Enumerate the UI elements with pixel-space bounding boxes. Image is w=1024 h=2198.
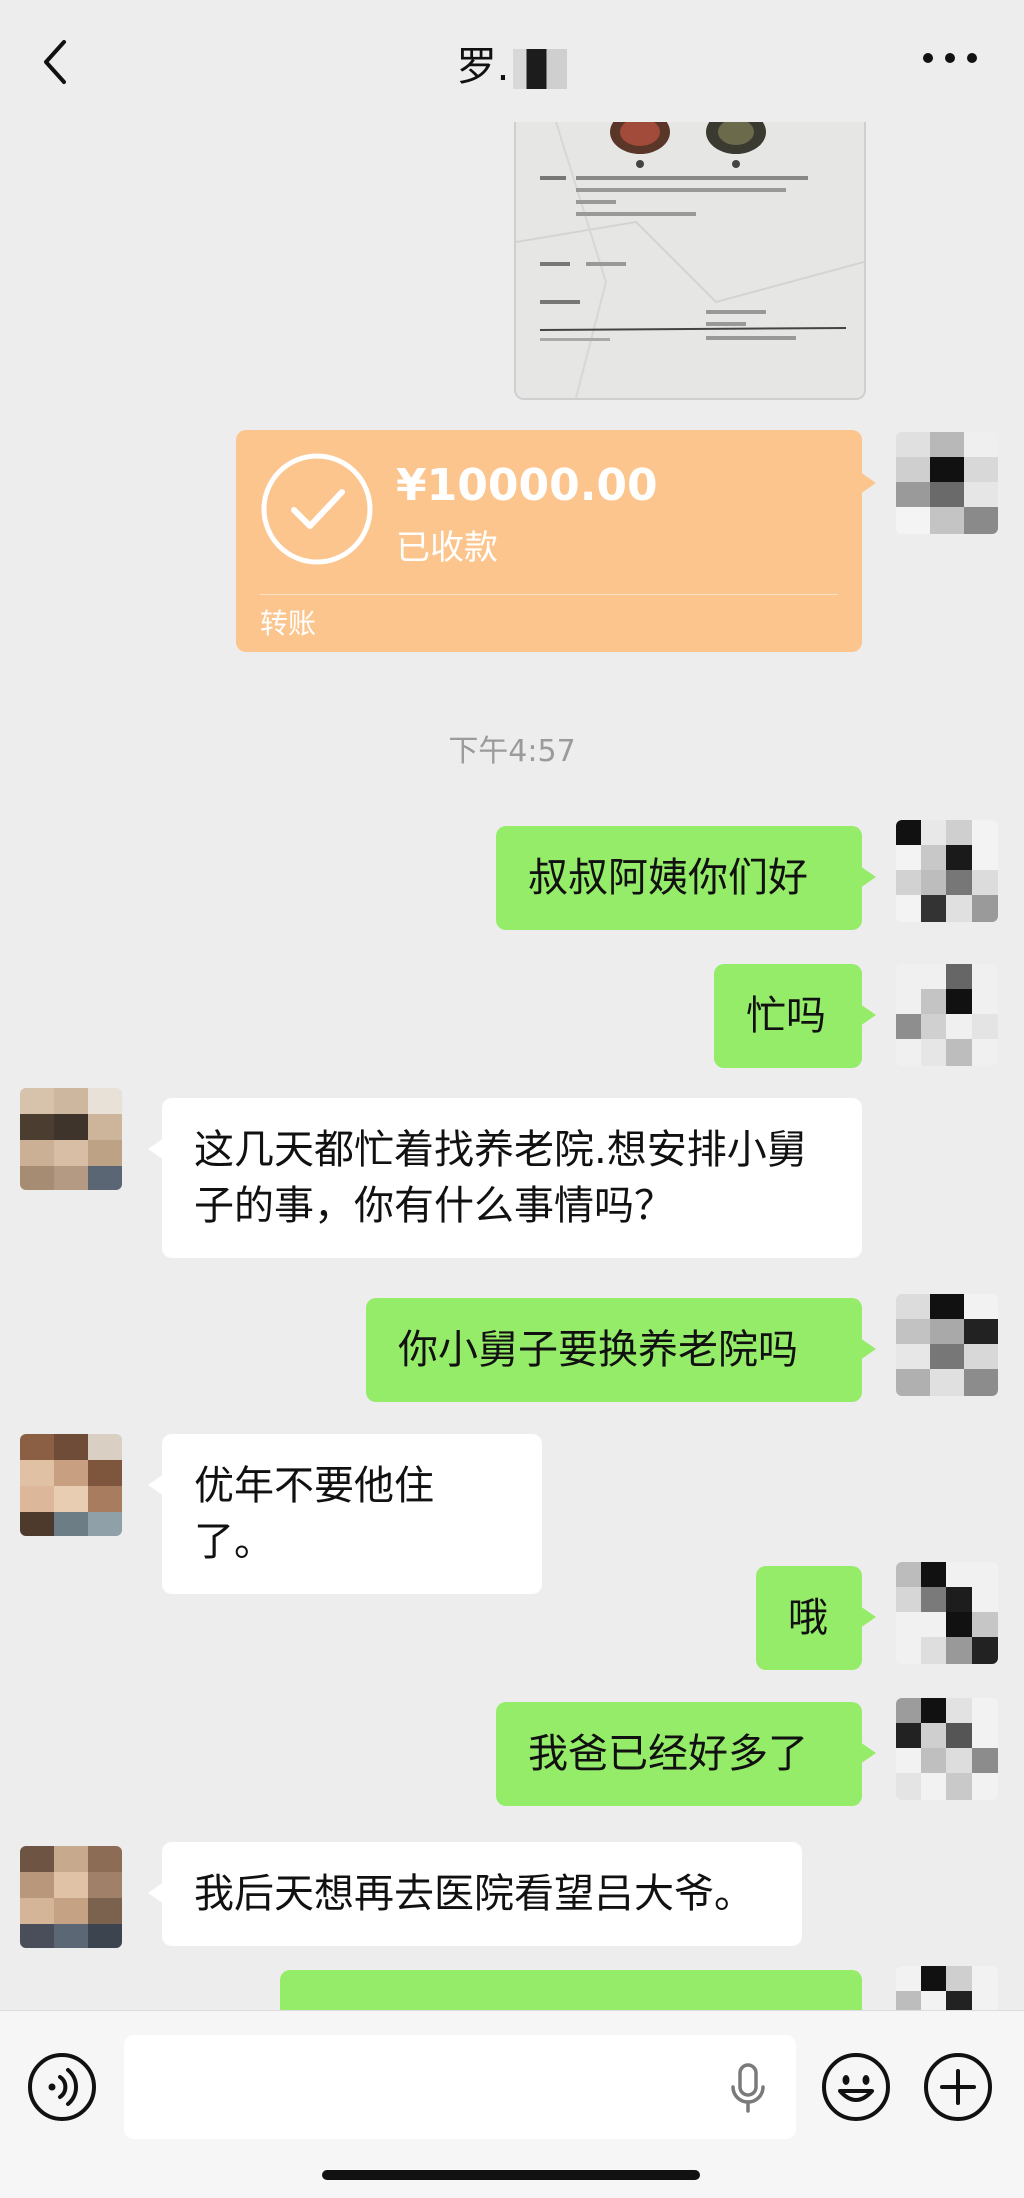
microphone-icon[interactable]	[728, 2063, 768, 2115]
transfer-divider	[260, 594, 838, 595]
my-avatar[interactable]	[896, 1562, 998, 1664]
voice-button[interactable]	[26, 2051, 98, 2123]
more-button[interactable]	[920, 46, 980, 70]
message-text: 我后天想再去医院看望吕大爷。	[194, 1871, 754, 1917]
message-bubble[interactable]: 哦	[756, 1566, 876, 1670]
transfer-card[interactable]: ¥10000.00 已收款 转账	[236, 430, 876, 652]
message-text: 优年不要他住了。	[194, 1463, 434, 1565]
voice-icon	[28, 2053, 96, 2121]
my-avatar[interactable]	[896, 1698, 998, 1800]
message-text: 我爸已经好多了	[528, 1731, 808, 1777]
my-avatar[interactable]	[896, 1966, 998, 2010]
contact-avatar[interactable]	[20, 1434, 122, 1536]
message-list[interactable]: ¥10000.00 已收款 转账 下午4:57 叔叔阿姨你们好 忙吗 这几天都忙…	[0, 122, 1024, 2010]
transfer-amount: ¥10000.00	[396, 460, 658, 511]
emoji-icon	[822, 2053, 890, 2121]
plus-button[interactable]	[922, 2051, 994, 2123]
message-input[interactable]	[124, 2035, 796, 2139]
check-circle-icon	[261, 453, 373, 565]
message-timestamp: 下午4:57	[448, 734, 576, 769]
message-bubble[interactable]: 我爸已经好多了	[496, 1702, 876, 1806]
message-text: 哦	[788, 1595, 828, 1641]
document-photo[interactable]	[514, 122, 866, 400]
chat-title: 罗.	[0, 34, 1024, 92]
home-indicator[interactable]	[322, 2170, 700, 2180]
message-bubble[interactable]: 优年不要他住了。	[148, 1434, 542, 1594]
message-bubble[interactable]: 你小舅子要换养老院吗	[366, 1298, 876, 1402]
message-bubble[interactable]: 这几天都忙着找养老院.想安排小舅子的事，你有什么事情吗？	[148, 1098, 862, 1258]
my-avatar[interactable]	[896, 964, 998, 1066]
plus-icon	[924, 2053, 992, 2121]
message-text: 这几天都忙着找养老院.想安排小舅子的事，你有什么事情吗？	[194, 1127, 807, 1229]
contact-avatar[interactable]	[20, 1846, 122, 1948]
message-bubble[interactable]: 我后天想再去医院看望吕大爷。	[148, 1842, 802, 1946]
message-bubble[interactable]: 叔叔阿姨你们好	[496, 826, 876, 930]
message-bubble[interactable]: 忙吗	[714, 964, 876, 1068]
name-redaction	[513, 49, 568, 89]
more-icon	[923, 53, 977, 63]
message-text: 你小舅子要换养老院吗	[398, 1327, 798, 1373]
emoji-button[interactable]	[820, 2051, 892, 2123]
my-avatar[interactable]	[896, 820, 998, 922]
message-bubble-partial[interactable]	[280, 1970, 862, 2010]
message-text: 忙吗	[746, 993, 826, 1039]
transfer-type-label: 转账	[260, 607, 317, 640]
chat-header: 罗.	[0, 0, 1024, 122]
my-avatar[interactable]	[896, 432, 998, 534]
message-text: 叔叔阿姨你们好	[528, 855, 808, 901]
contact-name: 罗.	[456, 44, 510, 90]
contact-avatar[interactable]	[20, 1088, 122, 1190]
transfer-status: 已收款	[396, 528, 498, 568]
my-avatar[interactable]	[896, 1294, 998, 1396]
